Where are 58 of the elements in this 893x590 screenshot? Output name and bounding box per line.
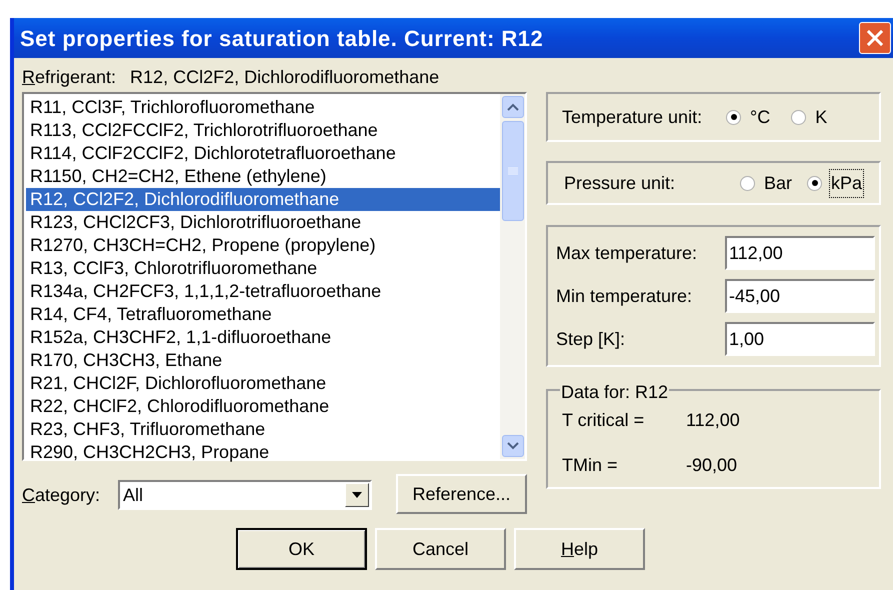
list-item[interactable]: R290, CH3CH2CH3, Propane (26, 441, 500, 464)
field-label: Step [K]: (556, 328, 626, 351)
category-label: Category: (22, 484, 102, 507)
list-item[interactable]: R114, CClF2CClF2, Dichlorotetrafluoroethane (26, 142, 500, 165)
list-item[interactable]: R134a, CH2FCF3, 1,1,1,2-tetrafluoroethane (26, 280, 500, 303)
scroll-thumb[interactable] (502, 121, 524, 221)
radio-button[interactable] (791, 110, 806, 124)
data-label: TMin = (562, 454, 619, 477)
scrollbar[interactable] (500, 94, 525, 459)
chevron-down-icon (506, 442, 518, 450)
scroll-down-button[interactable] (502, 435, 524, 457)
field-label: Min temperature: (556, 284, 694, 308)
list-item[interactable]: R23, CHF3, Trifluoromethane (26, 418, 500, 441)
dialog-button[interactable]: OK (236, 528, 367, 570)
data-value: 112,00 (686, 409, 740, 432)
chevron-up-icon (506, 103, 518, 111)
radio-button[interactable] (807, 176, 822, 190)
list-item[interactable]: R13, CClF3, Chlorotrifluoromethane (26, 257, 500, 280)
list-item[interactable]: R21, CHCl2F, Dichlorofluoromethane (26, 372, 500, 395)
dropdown-button[interactable] (345, 483, 369, 507)
radio-button[interactable] (740, 176, 755, 190)
refrigerant-list[interactable] (22, 92, 527, 461)
dialog-button[interactable]: Help (514, 528, 645, 570)
close-button[interactable] (859, 22, 891, 54)
input-field[interactable]: 1,00 (725, 322, 875, 356)
list-item[interactable]: R22, CHClF2, Chlorodifluoromethane (26, 395, 500, 418)
data-label: T critical = (562, 409, 646, 432)
list-item[interactable]: R14, CF4, Tetrafluoromethane (26, 303, 500, 326)
pressure-unit-label: Pressure unit: (564, 172, 676, 194)
category-value: All (122, 484, 144, 506)
field-label: Max temperature: (556, 242, 698, 265)
data-value: -90,00 (686, 454, 738, 477)
reference-button[interactable]: Reference... (396, 474, 527, 514)
list-item[interactable]: R123, CHCl2CF3, Dichlorotrifluoroethane (26, 211, 500, 234)
dialog-button[interactable]: Cancel (375, 528, 506, 570)
radio-button[interactable] (726, 110, 741, 124)
radio-label[interactable]: °C (749, 104, 772, 130)
list-item[interactable]: R11, CCl3F, Trichlorofluoromethane (26, 96, 500, 119)
radio-label[interactable]: Bar (763, 170, 794, 196)
refrigerant-label: Refrigerant: (22, 66, 116, 89)
list-item[interactable]: R1150, CH2=CH2, Ethene (ethylene) (26, 165, 500, 188)
scroll-up-button[interactable] (502, 96, 524, 118)
close-icon (866, 29, 884, 47)
input-field[interactable]: -45,00 (725, 279, 875, 313)
radio-label[interactable]: kPa (830, 170, 864, 196)
radio-label[interactable]: K (814, 104, 828, 130)
window-title: Set properties for saturation table. Current: R12 (20, 24, 544, 53)
caret-down-icon (352, 492, 362, 498)
list-item[interactable]: R1270, CH3CH=CH2, Propene (propylene) (26, 234, 500, 257)
list-item[interactable]: R12, CCl2F2, Dichlorodifluoromethane (26, 188, 500, 211)
temperature-unit-label: Temperature unit: (562, 106, 704, 129)
list-item[interactable]: R113, CCl2FCClF2, Trichlorotrifluoroethane (26, 119, 500, 142)
category-dropdown[interactable]: All (118, 480, 372, 510)
refrigerant-value: R12, CCl2F2, Dichlorodifluoromethane (130, 66, 440, 88)
list-item[interactable]: R170, CH3CH3, Ethane (26, 349, 500, 372)
grip-icon (508, 167, 518, 175)
input-field[interactable]: 112,00 (725, 236, 875, 270)
list-item[interactable]: R152a, CH3CHF2, 1,1-difluoroethane (26, 326, 500, 349)
